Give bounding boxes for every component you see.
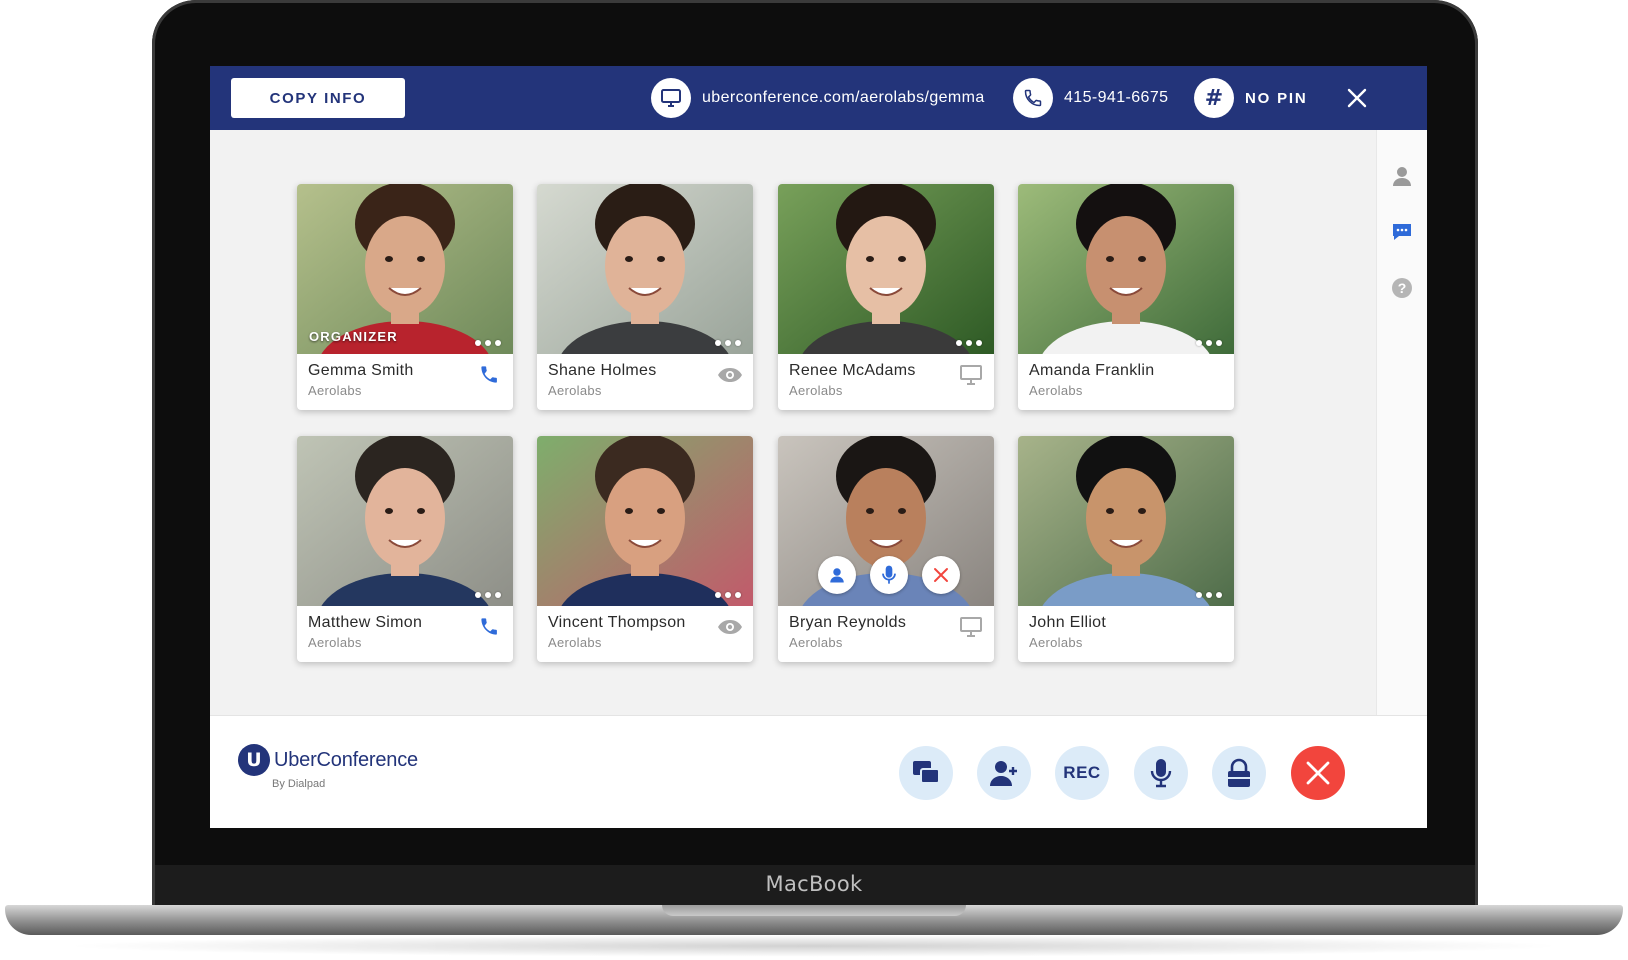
participant-name: Matthew Simon [308,614,423,631]
participant-grid: ORGANIZER Gemma Smith Aerolabs Shane Holmes… [210,130,1377,716]
remove-participant-button[interactable] [922,556,960,594]
participant-organization: Aerolabs [548,383,602,398]
more-options-icon[interactable] [475,592,501,598]
right-sidebar: ? [1376,130,1427,716]
laptop-brand-label: MacBook [765,872,863,896]
logo-name: UberConference [274,748,418,771]
more-options-icon[interactable] [1196,592,1222,598]
laptop-shadow [60,935,1568,957]
hash-icon: # [1194,78,1234,118]
uberconference-logo: U UberConference By Dialpad [238,744,418,790]
laptop-notch [662,905,966,916]
more-options-icon[interactable] [715,592,741,598]
person-icon [828,566,846,584]
more-options-icon[interactable] [1196,340,1222,346]
dial-in-number-text: 415-941-6675 [1064,89,1169,106]
make-organizer-button[interactable] [818,556,856,594]
copy-info-button[interactable]: COPY INFO [231,78,405,118]
participant-photo [778,436,994,606]
participant-photo [537,184,753,354]
lock-icon [1228,758,1250,787]
add-person-icon [990,761,1017,786]
end-call-icon [1306,761,1330,785]
participant-photo [1018,184,1234,354]
phone-icon [1013,78,1053,118]
participant-photo [1018,436,1234,606]
record-button[interactable]: REC [1055,746,1109,800]
screen-share-button[interactable] [899,746,953,800]
participant-name: Amanda Franklin [1029,362,1155,379]
participant-organization: Aerolabs [308,635,362,650]
svg-text:?: ? [1398,280,1407,296]
participant-card[interactable]: ORGANIZER Gemma Smith Aerolabs [297,184,513,410]
participant-name: Bryan Reynolds [789,614,907,631]
conference-screen: COPY INFO uberconference.com/aerolabs/ge… [210,66,1427,828]
chat-icon[interactable] [1390,220,1414,244]
pin-info: # NO PIN [1194,77,1307,119]
participant-organization: Aerolabs [308,383,362,398]
microphone-icon [1150,759,1172,788]
participants-icon[interactable] [1390,164,1414,188]
add-participant-button[interactable] [977,746,1031,800]
participant-organization: Aerolabs [789,383,843,398]
mute-button[interactable] [1134,746,1188,800]
participant-card[interactable]: Bryan Reynolds Aerolabs [778,436,994,662]
eye-icon [718,620,742,634]
help-icon[interactable]: ? [1390,276,1414,300]
monitor-icon [960,365,982,385]
participant-photo [297,436,513,606]
phone-icon [481,618,497,635]
more-options-icon[interactable] [956,340,982,346]
participant-organization: Aerolabs [1029,383,1083,398]
end-call-button[interactable] [1291,746,1345,800]
screen-share-icon [913,761,940,784]
pin-text: NO PIN [1245,89,1308,107]
lock-button[interactable] [1212,746,1266,800]
microphone-icon [881,564,897,586]
participant-name: Vincent Thompson [548,614,686,631]
participant-photo [778,184,994,354]
logo-badge: U [238,744,270,776]
participant-organization: Aerolabs [1029,635,1083,650]
participant-card[interactable]: Renee McAdams Aerolabs [778,184,994,410]
participant-hover-actions [818,556,960,594]
organizer-badge: ORGANIZER [309,329,398,344]
participant-card[interactable]: Amanda Franklin Aerolabs [1018,184,1234,410]
meeting-url[interactable]: uberconference.com/aerolabs/gemma [651,77,985,119]
participant-name: John Elliot [1029,614,1107,631]
participant-name: Renee McAdams [789,362,916,379]
monitor-icon [651,78,691,118]
participant-organization: Aerolabs [789,635,843,650]
remove-icon [932,566,950,584]
more-options-icon[interactable] [715,340,741,346]
logo-subtitle: By Dialpad [272,778,326,790]
more-options-icon[interactable] [475,340,501,346]
participant-card[interactable]: Vincent Thompson Aerolabs [537,436,753,662]
close-icon[interactable] [1342,83,1372,113]
participant-name: Gemma Smith [308,362,414,379]
monitor-icon [960,617,982,637]
participant-card[interactable]: John Elliot Aerolabs [1018,436,1234,662]
mute-participant-button[interactable] [870,556,908,594]
participant-card[interactable]: Matthew Simon Aerolabs [297,436,513,662]
conference-info-bar: COPY INFO uberconference.com/aerolabs/ge… [210,66,1427,130]
participant-name: Shane Holmes [548,362,657,379]
eye-icon [718,368,742,382]
participant-card[interactable]: Shane Holmes Aerolabs [537,184,753,410]
participant-photo [537,436,753,606]
phone-icon [481,366,497,383]
meeting-url-text: uberconference.com/aerolabs/gemma [702,89,985,106]
call-controls-bar: U UberConference By Dialpad REC [210,715,1427,828]
participant-photo: ORGANIZER [297,184,513,354]
dial-in-number[interactable]: 415-941-6675 [1013,77,1168,119]
participant-organization: Aerolabs [548,635,602,650]
